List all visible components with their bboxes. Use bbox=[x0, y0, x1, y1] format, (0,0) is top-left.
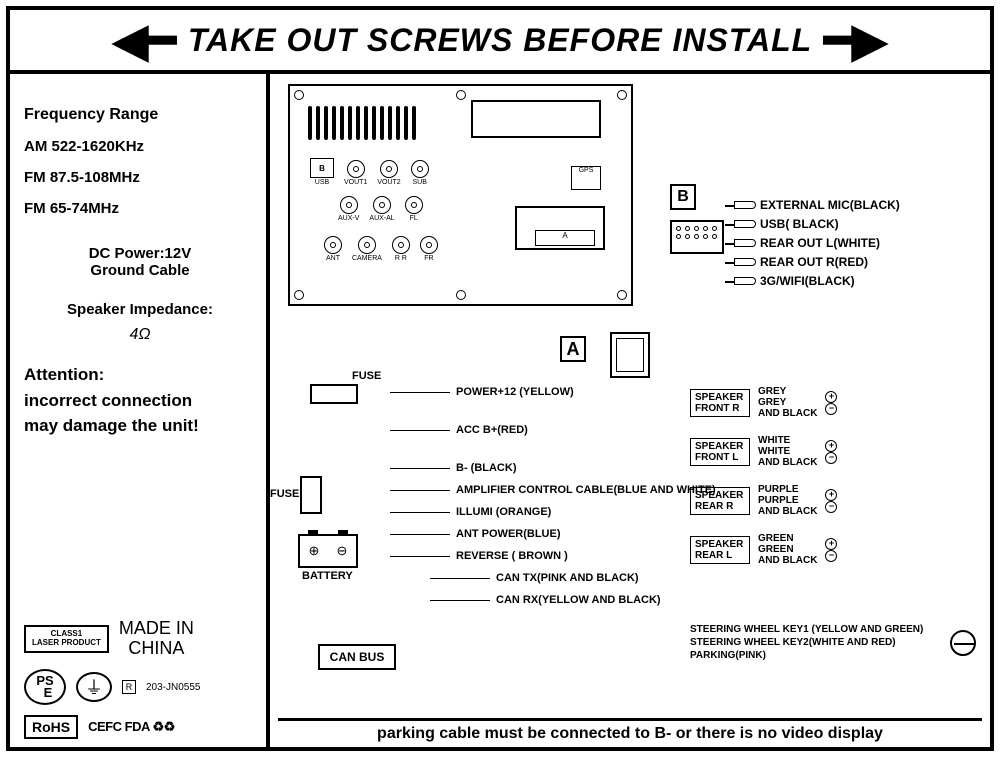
vent-slots bbox=[308, 106, 438, 140]
rca-port bbox=[347, 160, 365, 178]
dc-power: DC Power:12V bbox=[24, 245, 256, 262]
rca-port bbox=[411, 160, 429, 178]
screw-icon bbox=[617, 90, 627, 100]
rca-port bbox=[392, 236, 410, 254]
warn-l2: incorrect connection bbox=[24, 388, 256, 414]
warn-l1: Attention: bbox=[24, 362, 256, 388]
specs-panel: Frequency Range AM 522-1620KHz FM 87.5-1… bbox=[10, 74, 270, 747]
wire-label: CAN RX(YELLOW AND BLACK) bbox=[496, 594, 661, 606]
rca-port bbox=[373, 196, 391, 214]
canbus-box: CAN BUS bbox=[318, 644, 396, 670]
b-wire: EXTERNAL MIC(BLACK) bbox=[760, 198, 900, 212]
wire-label: B- (BLACK) bbox=[456, 462, 516, 474]
spec-am: AM 522-1620KHz bbox=[24, 138, 256, 155]
battery-icon: ⊕⊖ bbox=[298, 534, 358, 568]
screw-icon bbox=[294, 290, 304, 300]
plug-icon bbox=[734, 201, 756, 209]
rohs-badge: RoHS bbox=[24, 715, 78, 739]
steer-l2: STEERING WHEEL KEY2(WHITE AND RED) bbox=[690, 637, 923, 648]
connector-a-slot: A bbox=[515, 206, 605, 250]
b-label: B bbox=[670, 184, 696, 210]
fuse-label: FUSE bbox=[270, 488, 299, 500]
steering-wheel-icon bbox=[950, 630, 976, 656]
steer-l3: PARKING(PINK) bbox=[690, 650, 923, 661]
fuse-label: FUSE bbox=[352, 370, 381, 382]
plug-icon bbox=[734, 277, 756, 285]
b-connector bbox=[670, 220, 724, 254]
screw-icon bbox=[294, 90, 304, 100]
ground-icon: ⏚ bbox=[76, 672, 112, 702]
freq-title: Frequency Range bbox=[24, 106, 256, 124]
gps-port: GPS bbox=[571, 166, 601, 190]
a-label: A bbox=[560, 336, 586, 362]
plug-icon bbox=[734, 239, 756, 247]
rca-port bbox=[340, 196, 358, 214]
impedance-value: 4Ω bbox=[24, 326, 256, 344]
speaker-grid: SPEAKERFRONT R GREYGREYAND BLACK +− SPEA… bbox=[690, 386, 837, 566]
header: ◀━ TAKE OUT SCREWS BEFORE INSTALL ━▶ bbox=[10, 10, 990, 70]
screw-icon bbox=[456, 90, 466, 100]
battery-label: BATTERY bbox=[302, 570, 353, 582]
arrow-right-icon: ━▶ bbox=[824, 17, 887, 63]
wire-label: ANT POWER(BLUE) bbox=[456, 528, 561, 540]
fuse-icon bbox=[300, 476, 322, 514]
warning-block: Attention: incorrect connection may dama… bbox=[24, 362, 256, 439]
parking-note: parking cable must be connected to B- or… bbox=[278, 718, 982, 743]
plug-icon bbox=[734, 258, 756, 266]
usb-b-port: B bbox=[310, 158, 334, 178]
screw-icon bbox=[617, 290, 627, 300]
a-connector bbox=[610, 332, 650, 378]
rca-port bbox=[324, 236, 342, 254]
steering-wire-list: STEERING WHEEL KEY1 (YELLOW AND GREEN) S… bbox=[690, 624, 923, 661]
b-wire: REAR OUT L(WHITE) bbox=[760, 236, 880, 250]
rca-port bbox=[358, 236, 376, 254]
header-title: TAKE OUT SCREWS BEFORE INSTALL bbox=[188, 22, 812, 59]
fuse-icon bbox=[310, 384, 358, 404]
badges-block: CLASS1 LASER PRODUCT MADE IN CHINA PSE ⏚… bbox=[24, 619, 256, 739]
wire-label: AMPLIFIER CONTROL CABLE(BLUE AND WHITE) bbox=[456, 484, 716, 496]
usb-label: USB bbox=[315, 179, 329, 186]
ground-cable: Ground Cable bbox=[24, 262, 256, 279]
r-code: 203-JN0555 bbox=[146, 682, 200, 693]
pse-badge: PSE bbox=[24, 669, 66, 705]
rca-port bbox=[420, 236, 438, 254]
b-wire: USB( BLACK) bbox=[760, 217, 839, 231]
r-mark-icon: R bbox=[122, 680, 136, 694]
rca-port bbox=[405, 196, 423, 214]
rca-port bbox=[380, 160, 398, 178]
cert-marks: CEFC FDA ♻♻ bbox=[88, 719, 175, 735]
b-wire: REAR OUT R(RED) bbox=[760, 255, 868, 269]
steer-l1: STEERING WHEEL KEY1 (YELLOW AND GREEN) bbox=[690, 624, 923, 635]
made-in-label: MADE IN CHINA bbox=[119, 619, 194, 659]
wire-label: ILLUMI (ORANGE) bbox=[456, 506, 551, 518]
device-back-panel: BUSB VOUT1 VOUT2 SUB AUX-V AUX-AL FL ANT… bbox=[288, 84, 633, 306]
wire-label: POWER+12 (YELLOW) bbox=[456, 386, 574, 398]
b-connector-module: B EXTERNAL MIC(BLACK) USB( BLACK) REAR O… bbox=[670, 184, 970, 304]
plug-icon bbox=[734, 220, 756, 228]
wire-label: REVERSE ( BROWN ) bbox=[456, 550, 568, 562]
wiring-diagram: BUSB VOUT1 VOUT2 SUB AUX-V AUX-AL FL ANT… bbox=[270, 74, 990, 747]
wire-label: ACC B+(RED) bbox=[456, 424, 528, 436]
warn-l3: may damage the unit! bbox=[24, 413, 256, 439]
b-wire: 3G/WIFI(BLACK) bbox=[760, 274, 855, 288]
arrow-left-icon: ◀━ bbox=[113, 17, 176, 63]
spec-fm2: FM 65-74MHz bbox=[24, 200, 256, 217]
wire-label: CAN TX(PINK AND BLACK) bbox=[496, 572, 639, 584]
screw-icon bbox=[456, 290, 466, 300]
spec-fm1: FM 87.5-108MHz bbox=[24, 169, 256, 186]
harness-wire-list: POWER+12 (YELLOW) ACC B+(RED) B- (BLACK)… bbox=[390, 386, 716, 606]
lcd-slot bbox=[471, 100, 601, 138]
impedance-title: Speaker Impedance: bbox=[24, 301, 256, 318]
class1-badge: CLASS1 LASER PRODUCT bbox=[24, 625, 109, 653]
